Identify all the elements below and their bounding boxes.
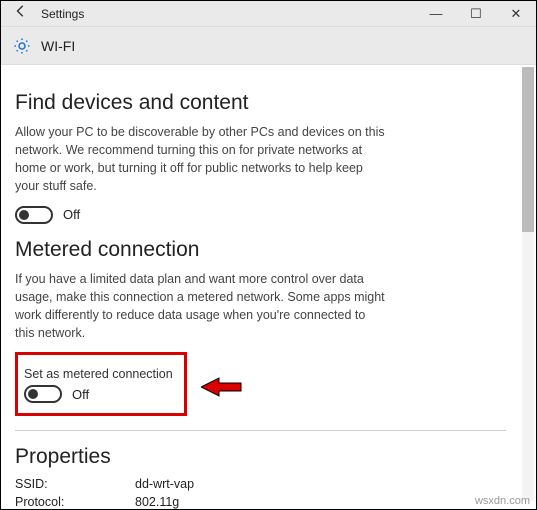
window-title: Settings bbox=[41, 7, 84, 21]
window-controls: — ☐ ✕ bbox=[416, 6, 536, 22]
property-row: Protocol: 802.11g bbox=[15, 495, 506, 509]
toggle-row-metered: Off bbox=[24, 385, 176, 403]
close-button[interactable]: ✕ bbox=[496, 6, 536, 22]
arrow-left-icon bbox=[14, 4, 28, 18]
highlight-box: Set as metered connection Off bbox=[15, 352, 187, 416]
maximize-button[interactable]: ☐ bbox=[456, 6, 496, 22]
back-button[interactable] bbox=[1, 4, 41, 23]
metered-sublabel: Set as metered connection bbox=[24, 367, 176, 381]
properties-list: SSID: dd-wrt-vap Protocol: 802.11g Secur… bbox=[15, 477, 506, 509]
section-heading-properties: Properties bbox=[15, 445, 506, 469]
toggle-metered[interactable] bbox=[24, 385, 62, 403]
property-value: dd-wrt-vap bbox=[135, 477, 194, 491]
toggle-label-find: Off bbox=[63, 207, 80, 222]
section-heading-metered: Metered connection bbox=[15, 238, 506, 262]
section-heading-find: Find devices and content bbox=[15, 91, 506, 115]
property-key: SSID: bbox=[15, 477, 135, 491]
page-title: WI-FI bbox=[41, 38, 75, 54]
section-desc-find: Allow your PC to be discoverable by othe… bbox=[15, 123, 385, 196]
titlebar: Settings — ☐ ✕ bbox=[1, 1, 536, 27]
toggle-row-find: Off bbox=[15, 206, 506, 224]
toggle-label-metered: Off bbox=[72, 387, 89, 402]
watermark: wsxdn.com bbox=[475, 495, 530, 507]
gear-icon bbox=[13, 37, 31, 55]
separator bbox=[15, 430, 506, 431]
section-desc-metered: If you have a limited data plan and want… bbox=[15, 270, 385, 343]
property-row: SSID: dd-wrt-vap bbox=[15, 477, 506, 491]
property-value: 802.11g bbox=[135, 495, 179, 509]
property-key: Protocol: bbox=[15, 495, 135, 509]
minimize-button[interactable]: — bbox=[416, 6, 456, 22]
toggle-find-devices[interactable] bbox=[15, 206, 53, 224]
content-area: Find devices and content Allow your PC t… bbox=[1, 65, 536, 509]
annotation-arrow-icon bbox=[201, 376, 245, 398]
page-header: WI-FI bbox=[1, 27, 536, 65]
